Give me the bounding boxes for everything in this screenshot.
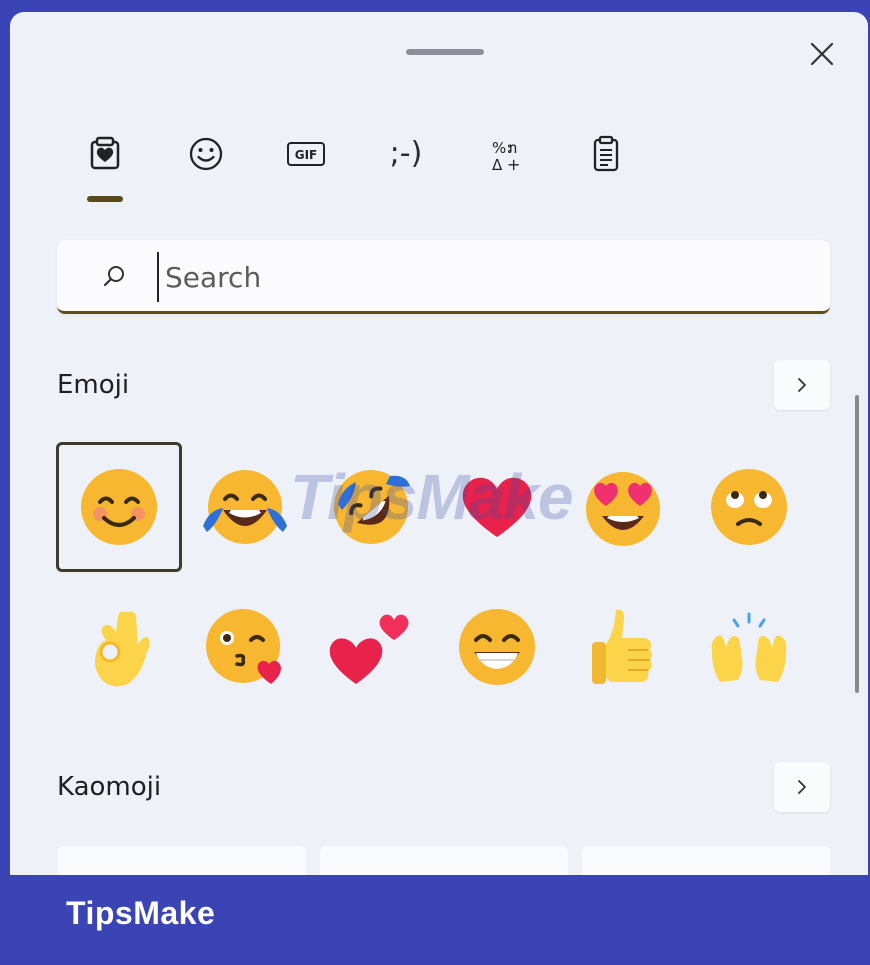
tears-of-joy-icon bbox=[203, 470, 287, 544]
emoji-panel: GIF ;-) % ກ Δ + Search Emoji Kaomoji Tip… bbox=[10, 12, 868, 875]
kaomoji-item[interactable] bbox=[58, 846, 306, 875]
search-icon bbox=[103, 266, 124, 287]
banner-text: TipsMake bbox=[66, 895, 216, 931]
emoji-smiling-face-with-heart-eyes[interactable] bbox=[560, 442, 686, 572]
tab-clipboard-history[interactable] bbox=[576, 124, 636, 208]
thumbs-up-icon bbox=[592, 609, 652, 684]
section-title-kaomoji: Kaomoji bbox=[57, 772, 162, 802]
drag-handle[interactable] bbox=[406, 49, 484, 55]
clipboard-history-icon bbox=[593, 135, 619, 172]
kaomoji-item[interactable] bbox=[582, 846, 830, 875]
emoji-smiling-face-with-smiling-eyes[interactable] bbox=[56, 442, 182, 572]
smiling-face-icon bbox=[81, 469, 157, 545]
brand-banner: TipsMake bbox=[0, 875, 870, 965]
rolling-eyes-icon bbox=[711, 469, 787, 545]
tab-kaomoji[interactable]: ;-) bbox=[376, 124, 436, 208]
gif-icon: GIF bbox=[287, 142, 325, 166]
emoji-face-blowing-a-kiss[interactable] bbox=[182, 582, 308, 712]
svg-text:+: + bbox=[507, 155, 520, 174]
emoji-face-with-rolling-eyes[interactable] bbox=[686, 442, 812, 572]
heart-eyes-icon bbox=[586, 472, 660, 546]
emoji-rolling-on-the-floor-laughing[interactable] bbox=[308, 442, 434, 572]
kaomoji-icon: ;-) bbox=[389, 136, 423, 171]
emoji-more-button[interactable] bbox=[774, 360, 830, 410]
search-input[interactable] bbox=[157, 252, 807, 302]
tab-gif[interactable]: GIF bbox=[276, 124, 336, 208]
svg-text:%: % bbox=[492, 139, 506, 157]
emoji-face-with-tears-of-joy[interactable] bbox=[182, 442, 308, 572]
beaming-face-icon bbox=[459, 609, 535, 685]
kaomoji-item[interactable] bbox=[320, 846, 568, 875]
chevron-right-icon bbox=[798, 780, 806, 794]
tab-emoji[interactable] bbox=[176, 124, 236, 208]
active-tab-indicator bbox=[87, 196, 123, 202]
two-hearts-icon bbox=[329, 614, 409, 684]
ok-hand-icon bbox=[94, 611, 150, 687]
close-button[interactable] bbox=[802, 34, 842, 74]
tab-symbols[interactable]: % ກ Δ + bbox=[476, 124, 536, 208]
red-heart-icon bbox=[462, 477, 532, 537]
section-title-emoji: Emoji bbox=[57, 370, 130, 400]
rofl-icon bbox=[334, 470, 410, 544]
emoji-red-heart[interactable] bbox=[434, 442, 560, 572]
kaomoji-more-button[interactable] bbox=[774, 762, 830, 812]
svg-text:Δ: Δ bbox=[492, 156, 503, 174]
svg-text:GIF: GIF bbox=[295, 148, 318, 162]
scrollbar[interactable] bbox=[855, 395, 859, 693]
emoji-beaming-face-with-smiling-eyes[interactable] bbox=[434, 582, 560, 712]
smiley-icon bbox=[189, 137, 223, 171]
raising-hands-icon bbox=[711, 612, 787, 682]
emoji-two-hearts[interactable] bbox=[308, 582, 434, 712]
emoji-thumbs-up[interactable] bbox=[560, 582, 686, 712]
emoji-ok-hand[interactable] bbox=[56, 582, 182, 712]
emoji-raising-hands[interactable] bbox=[686, 582, 812, 712]
heart-clipboard-icon bbox=[90, 136, 120, 170]
search-box[interactable] bbox=[57, 240, 830, 314]
close-icon bbox=[810, 42, 834, 66]
chevron-right-icon bbox=[798, 378, 806, 392]
symbols-icon: % ກ Δ + bbox=[492, 139, 520, 174]
blowing-kiss-icon bbox=[206, 609, 281, 684]
